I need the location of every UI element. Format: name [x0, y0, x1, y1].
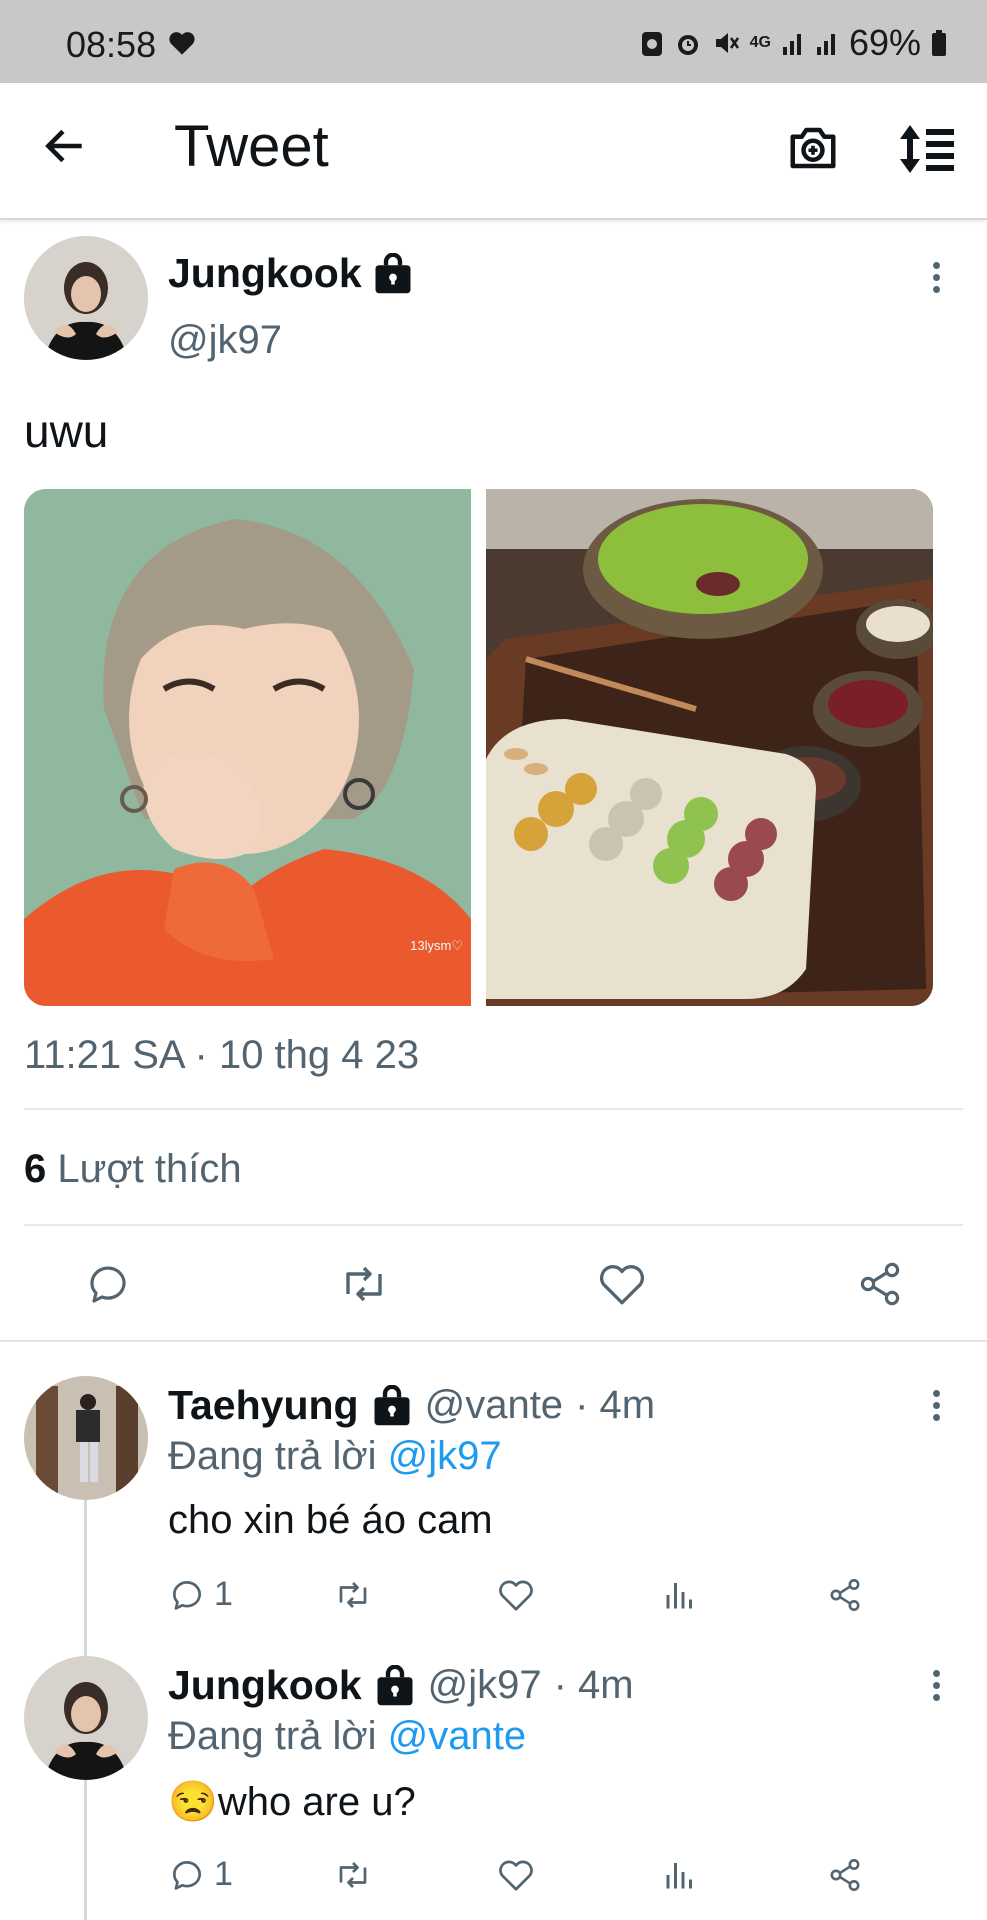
reply-icon: [90, 1266, 126, 1303]
tweet-more-options[interactable]: [933, 262, 940, 298]
reply-author-handle[interactable]: @vante: [425, 1383, 563, 1428]
status-time: 08:58: [66, 24, 157, 65]
retweet-icon: [346, 1266, 382, 1302]
reply-more-options[interactable]: [933, 1670, 940, 1706]
reply-author-name[interactable]: Taehyung: [168, 1382, 359, 1429]
reply-text-container: 😒who are u?: [168, 1778, 416, 1825]
reply-icon: [172, 1860, 201, 1890]
reply-count: 1: [214, 1855, 233, 1893]
divider: [0, 1340, 987, 1342]
avatar-photo: [24, 236, 148, 360]
replying-to-label: Đang trả lời: [168, 1714, 377, 1758]
status-bar: 08:58 4G 69%: [0, 0, 987, 83]
battery-percent: 69%: [848, 22, 921, 63]
reply-analytics-button[interactable]: [662, 1857, 698, 1898]
image-watermark: 13lysm♡: [410, 938, 463, 953]
reply-share-button[interactable]: [826, 1857, 864, 1898]
reply-text: who are u?: [217, 1780, 416, 1824]
reply-reply-button[interactable]: 1: [168, 1575, 233, 1614]
heart-icon: [499, 1860, 533, 1891]
share-icon: [830, 1579, 860, 1611]
alarm-icon: [677, 35, 698, 55]
top-app-bar: Tweet: [0, 83, 987, 220]
reply-reply-button[interactable]: 1: [168, 1855, 233, 1894]
avatar-photo: [24, 1376, 148, 1500]
heart-status-icon: [168, 30, 196, 61]
replying-to-label: Đang trả lời: [168, 1434, 377, 1478]
page-title: Tweet: [174, 114, 329, 179]
tweet-timestamp: 11:21 SA · 10 thg 4 23: [24, 1033, 420, 1077]
network-type: 4G: [749, 34, 771, 51]
reply-author-handle[interactable]: @jk97: [428, 1663, 542, 1708]
camera-button[interactable]: [786, 121, 840, 180]
reply-more-options[interactable]: [933, 1390, 940, 1426]
protected-lock-icon: [377, 1664, 413, 1705]
retweet-icon: [339, 1862, 367, 1888]
reply-analytics-button[interactable]: [662, 1577, 698, 1618]
back-arrow-icon: [45, 129, 82, 163]
reply-retweet-button[interactable]: [333, 1857, 373, 1898]
sort-icon: [900, 125, 954, 173]
author-avatar[interactable]: [24, 236, 148, 360]
share-icon: [860, 1262, 900, 1306]
smiling-person-photo: [24, 489, 471, 1006]
replying-to-link[interactable]: @jk97: [388, 1434, 502, 1478]
signal-icon-1: [782, 34, 801, 55]
dango-tray-photo: [486, 489, 933, 1006]
reply-retweet-button[interactable]: [333, 1577, 373, 1618]
tweet-image-1[interactable]: 13lysm♡: [24, 489, 471, 1006]
more-vertical-icon: [933, 262, 940, 293]
more-vertical-icon: [933, 1670, 940, 1701]
heart-icon: [600, 1265, 644, 1305]
retweet-button[interactable]: [338, 1260, 390, 1313]
mute-icon: [715, 33, 739, 53]
unamused-emoji: 😒: [168, 1780, 218, 1824]
share-icon: [830, 1859, 860, 1891]
more-vertical-icon: [933, 1390, 940, 1421]
reply-avatar[interactable]: [24, 1376, 148, 1500]
reply-time: · 4m: [575, 1383, 656, 1427]
likes-count: 6: [24, 1147, 47, 1191]
reply-time: · 4m: [553, 1663, 634, 1707]
tweet-text: uwu: [24, 405, 109, 457]
signal-icon-2: [816, 34, 835, 55]
likes-stat[interactable]: 6 Lượt thích: [24, 1147, 242, 1192]
retweet-icon: [339, 1582, 367, 1608]
reply-count: 1: [214, 1575, 233, 1613]
protected-lock-icon: [375, 252, 411, 293]
status-icons: 4G 69%: [640, 22, 947, 64]
heart-icon: [499, 1580, 533, 1611]
protected-lock-icon: [374, 1384, 410, 1425]
reply-text: cho xin bé áo cam: [168, 1498, 493, 1542]
divider: [24, 1108, 963, 1110]
like-button[interactable]: [597, 1260, 647, 1313]
likes-label: Lượt thích: [57, 1147, 242, 1191]
reply-like-button[interactable]: [497, 1857, 535, 1898]
reply-author-name[interactable]: Jungkook: [168, 1662, 362, 1709]
author-name[interactable]: Jungkook: [168, 250, 362, 297]
avatar-photo: [24, 1656, 148, 1780]
reply-button[interactable]: [84, 1260, 132, 1313]
analytics-icon: [666, 1863, 692, 1889]
recycle-notification-icon: [641, 32, 662, 56]
reply-avatar[interactable]: [24, 1656, 148, 1780]
analytics-icon: [666, 1583, 692, 1609]
author-handle[interactable]: @jk97: [168, 318, 282, 363]
reply-like-button[interactable]: [497, 1577, 535, 1618]
reply-share-button[interactable]: [826, 1577, 864, 1618]
divider: [24, 1224, 963, 1226]
replying-to-link[interactable]: @vante: [388, 1714, 526, 1758]
share-button[interactable]: [855, 1260, 905, 1313]
back-button[interactable]: [40, 121, 90, 176]
camera-add-icon: [790, 127, 836, 169]
tweet-image-2[interactable]: [486, 489, 933, 1006]
reply-icon: [172, 1580, 201, 1610]
sort-replies-button[interactable]: [898, 121, 958, 182]
battery-icon: [932, 30, 946, 56]
